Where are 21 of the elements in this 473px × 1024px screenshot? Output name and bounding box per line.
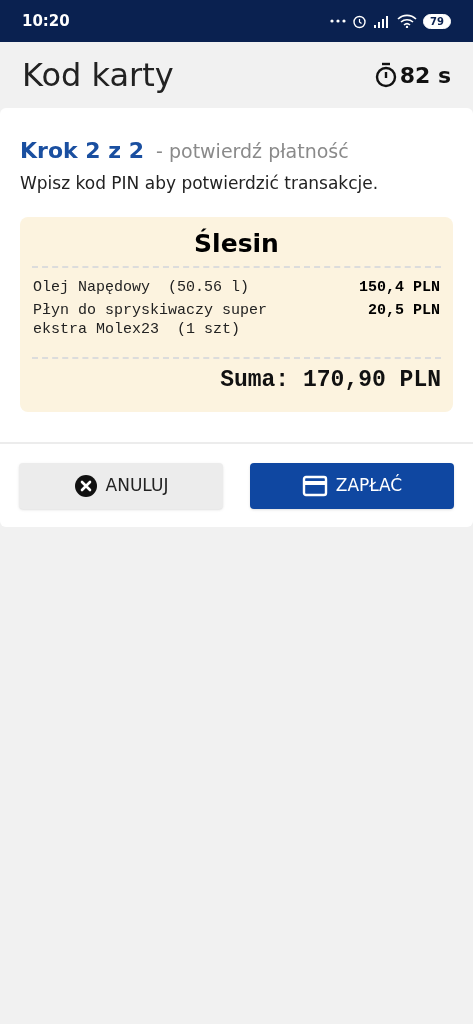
step-subtitle: - potwierdź płatność [156,139,349,164]
cancel-button[interactable]: ANULUJ [19,462,223,509]
item-price: 150,4 PLN [359,278,440,297]
step-label: Krok 2 z 2 [20,137,145,165]
close-icon [73,473,98,498]
item-name: Olej Napędowy (50.56 l) [33,278,251,297]
status-time: 10:20 [22,10,70,32]
alarm-icon [352,13,368,29]
item-name: Płyn do spryskiwaczy super ekstra Molex23 (1 szt) [33,301,269,339]
battery-level: 79 [423,13,451,29]
item-price: 20,5 PLN [368,301,440,321]
page-title: Kod karty [22,55,174,96]
wifi-icon [397,14,418,28]
pay-button[interactable]: ZAPŁAĆ [250,462,454,509]
countdown-timer: 82 s [399,61,451,90]
stopwatch-icon [373,62,398,88]
more-icon [330,19,347,23]
credit-card-icon [301,474,328,497]
receipt-total: Suma: 170,90 PLN [219,366,441,395]
station-name: Ślesin [193,227,280,260]
instruction-text: Wpisz kod PIN aby potwierdzić transakcje. [20,172,380,195]
